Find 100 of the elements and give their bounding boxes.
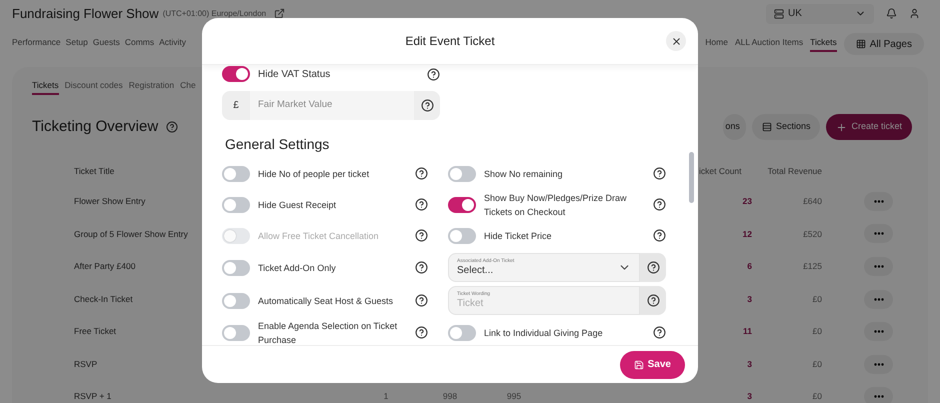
ticket-title-cell-text: Flower Show Entry: [74, 194, 146, 208]
select-value: Select...: [457, 266, 494, 276]
setting-label: Enable Agenda Selection on Ticket Purchase: [258, 320, 398, 345]
page-heading: Ticketing Overview: [32, 116, 158, 137]
nav-tab[interactable]: Activity: [159, 36, 186, 52]
nav-tab[interactable]: Comms: [124, 36, 154, 52]
all-pages-button[interactable]: All Pages: [844, 33, 924, 55]
field-placeholder: Fair Market Value: [250, 91, 414, 120]
event-title: Fundraising Flower Show: [12, 4, 159, 23]
currency-prefix: £: [232, 99, 240, 113]
help-icon[interactable]: [646, 294, 660, 307]
ticket-count-cell: 12: [742, 228, 752, 240]
nav-tab[interactable]: Home: [705, 36, 728, 52]
more-button[interactable]: [864, 290, 893, 309]
ticket-title-cell-text: Group of 5 Flower Show Entry: [74, 228, 188, 241]
setting-label: Automatically Seat Host & Guests: [258, 294, 394, 308]
plus-icon: [836, 122, 848, 132]
save-button[interactable]: Save: [620, 350, 685, 378]
help-icon[interactable]: [415, 229, 428, 242]
ticket-title-cell-text: RSVP + 1: [74, 390, 112, 403]
sub-tab[interactable]: Che: [180, 79, 196, 95]
create-ticket-button[interactable]: Create ticket: [826, 114, 912, 140]
column-header: Ticket Title: [74, 164, 114, 178]
toggle-switch[interactable]: [448, 228, 476, 244]
close-button[interactable]: [666, 31, 686, 51]
help-icon[interactable]: [427, 68, 440, 80]
setting-label: Hide Guest Receipt: [258, 198, 338, 212]
column-header: Total Revenue: [768, 164, 822, 178]
sub-tab[interactable]: Tickets: [32, 79, 59, 95]
ticket-count-cell: 3: [747, 358, 752, 371]
toggle-switch[interactable]: [222, 292, 250, 308]
ticket-title-cell-text: After Party £400: [74, 260, 136, 274]
more-button[interactable]: [864, 256, 893, 276]
table-cell-text: 995: [506, 390, 522, 403]
more-icon: [874, 264, 884, 268]
revenue-cell: £0: [812, 358, 822, 371]
more-icon: [874, 395, 884, 398]
help-icon[interactable]: [646, 261, 660, 274]
more-button[interactable]: [864, 224, 893, 244]
toggle-switch[interactable]: [448, 196, 476, 212]
revenue-cell: £640: [803, 194, 822, 208]
toggle-switch[interactable]: [222, 196, 250, 212]
toolbar-button[interactable]: ons: [723, 114, 746, 140]
sub-tab[interactable]: Discount codes: [64, 79, 123, 95]
bell-icon[interactable]: [886, 8, 897, 19]
more-button[interactable]: [864, 322, 893, 342]
toggle-switch[interactable]: [448, 166, 476, 182]
ticket-title-cell-text: Check-In Ticket: [74, 292, 133, 306]
ticket-title-cell-text: Free Ticket: [74, 325, 116, 338]
user-icon[interactable]: [909, 8, 920, 19]
toggle-switch[interactable]: [448, 324, 476, 340]
more-icon: [874, 200, 884, 203]
nav-tab[interactable]: Guests: [92, 36, 120, 52]
currency-field[interactable]: £ Fair Market Value: [222, 91, 440, 120]
more-icon: [874, 232, 884, 236]
table-cell-text: 1: [382, 390, 390, 403]
more-button[interactable]: [864, 192, 893, 211]
help-icon[interactable]: [653, 326, 666, 339]
toggle-switch[interactable]: [222, 166, 250, 182]
setting-label: Allow Free Ticket Cancellation: [258, 230, 380, 242]
setting-label: Hide No of people per ticket: [258, 168, 370, 180]
help-icon[interactable]: [653, 198, 666, 211]
revenue-cell: £125: [803, 260, 822, 273]
sub-tab[interactable]: Registration: [128, 79, 174, 95]
revenue-cell: £0: [812, 325, 822, 338]
region-select[interactable]: UK: [766, 4, 874, 24]
list-icon: [762, 122, 772, 132]
setting-label: Show No remaining: [484, 168, 564, 180]
more-button[interactable]: [864, 387, 893, 403]
help-icon[interactable]: [415, 326, 428, 339]
revenue-cell: £0: [812, 390, 822, 403]
toggle-switch[interactable]: [222, 324, 250, 340]
help-icon[interactable]: [653, 167, 666, 180]
toolbar-button[interactable]: Sections: [752, 114, 820, 140]
ticket-count-cell: 3: [747, 390, 752, 403]
timezone-text: (UTC+01:00) Europe/London: [162, 8, 266, 20]
table-cell-text: 998: [442, 390, 458, 403]
help-icon[interactable]: [415, 261, 428, 274]
nav-tab[interactable]: Tickets: [810, 36, 837, 52]
save-icon: [634, 360, 644, 370]
toggle-switch[interactable]: [222, 260, 250, 276]
nav-tab[interactable]: ALL Auction Items: [734, 36, 804, 52]
help-icon[interactable]: [415, 198, 428, 211]
scrollbar-thumb[interactable]: [689, 152, 694, 203]
field-placeholder: Ticket: [457, 299, 484, 309]
nav-tab[interactable]: Performance: [12, 36, 61, 52]
setting-label: Hide Ticket Price: [484, 230, 553, 242]
help-icon[interactable]: [653, 229, 666, 242]
setting-label: Ticket Add-On Only: [258, 262, 337, 274]
help-icon[interactable]: [420, 99, 434, 112]
toggle-switch[interactable]: [222, 66, 250, 82]
ticket-count-cell: 23: [742, 194, 752, 208]
nav-tab[interactable]: Setup: [66, 36, 88, 52]
help-icon[interactable]: [415, 167, 428, 180]
more-button[interactable]: [864, 354, 893, 374]
help-icon[interactable]: [415, 294, 428, 307]
region-value: UK: [788, 7, 803, 21]
server-icon: [774, 8, 784, 18]
more-icon: [874, 298, 884, 301]
external-link-icon[interactable]: [274, 8, 286, 19]
